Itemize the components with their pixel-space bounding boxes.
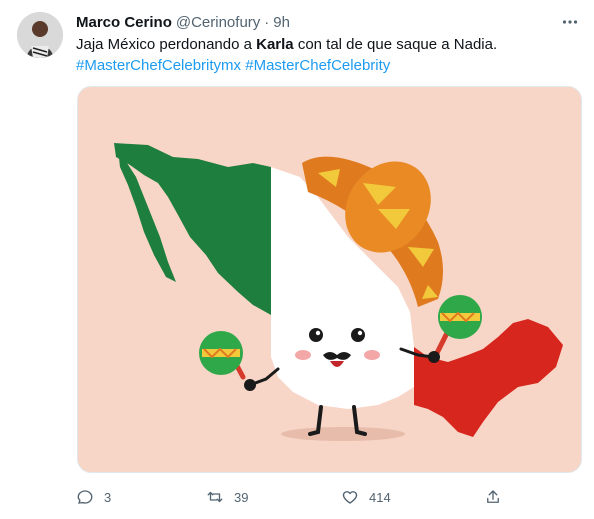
mexico-map-mascot-illustration	[78, 87, 581, 472]
avatar-image	[17, 12, 63, 58]
retweet-icon	[207, 491, 223, 503]
hashtag-link[interactable]: #MasterChefCelebrity	[245, 57, 390, 74]
tweet-timestamp[interactable]: 9h	[273, 14, 290, 31]
share-button[interactable]	[484, 486, 502, 508]
share-icon	[487, 490, 499, 503]
tweet-text: Jaja México perdonando a Karla con tal d…	[76, 34, 576, 76]
heart-icon	[342, 491, 358, 504]
reply-count: 3	[104, 489, 112, 505]
tweet-text-bold: Karla	[256, 36, 294, 53]
avatar[interactable]	[17, 12, 63, 58]
retweet-count: 39	[234, 489, 249, 505]
tweet-text-part1: Jaja México perdonando a	[76, 36, 257, 53]
tweet-actions: 3 39 414	[76, 486, 516, 508]
tweet-media[interactable]	[77, 86, 582, 473]
hashtag-link[interactable]: #MasterChefCelebritymx	[76, 57, 241, 74]
tweet-text-part2: con tal de que saque a Nadia.	[293, 36, 498, 53]
tweet-card[interactable]: Marco Cerino @Cerinofury · 9h Jaja Méxic…	[0, 0, 594, 519]
like-count: 414	[369, 489, 391, 505]
separator-dot: ·	[264, 13, 270, 31]
retweet-button[interactable]: 39	[206, 486, 248, 508]
author-handle[interactable]: @Cerinofury	[176, 14, 260, 31]
more-options-icon[interactable]	[560, 12, 580, 32]
author-name[interactable]: Marco Cerino	[76, 14, 172, 31]
reply-button[interactable]: 3	[76, 486, 111, 508]
reply-icon	[77, 490, 93, 504]
tweet-header: Marco Cerino @Cerinofury · 9h	[76, 12, 578, 32]
like-button[interactable]: 414	[341, 486, 391, 508]
